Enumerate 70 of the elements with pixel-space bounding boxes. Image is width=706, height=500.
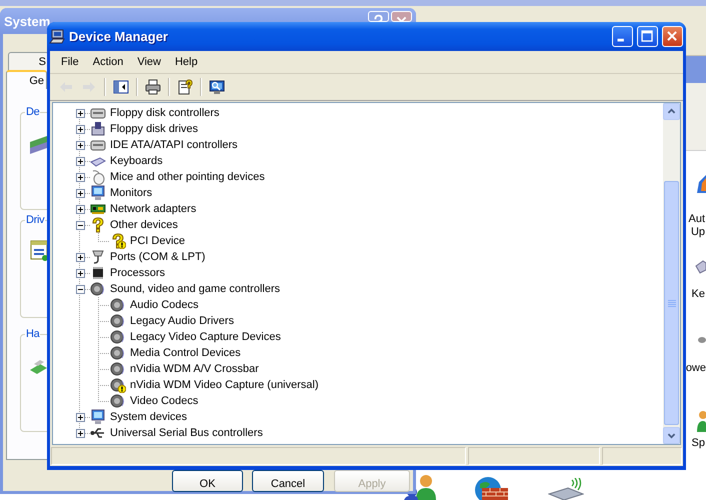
tree-item[interactable]: Video Codecs bbox=[128, 393, 200, 409]
tree-item[interactable]: Legacy Audio Drivers bbox=[128, 313, 236, 329]
tree-item[interactable]: Sound, video and game controllers bbox=[108, 281, 282, 297]
tree-item[interactable]: Monitors bbox=[108, 185, 154, 201]
tree-item[interactable]: nVidia WDM Video Capture (universal) bbox=[128, 377, 321, 393]
tree-item[interactable]: Keyboards bbox=[108, 153, 165, 169]
item-label[interactable]: Up bbox=[690, 226, 705, 238]
menu-item[interactable]: Help bbox=[168, 54, 205, 70]
expand-icon[interactable] bbox=[76, 252, 85, 262]
shield-icon[interactable] bbox=[696, 174, 706, 194]
expand-icon[interactable] bbox=[76, 108, 85, 118]
minimize-icon[interactable] bbox=[612, 26, 633, 47]
expand-icon[interactable] bbox=[76, 428, 85, 438]
tree-item[interactable]: Legacy Video Capture Devices bbox=[128, 329, 283, 345]
tree-item[interactable]: Network adapters bbox=[108, 201, 198, 217]
tree-item[interactable]: Audio Codecs bbox=[128, 297, 200, 313]
menu-item[interactable]: View bbox=[130, 54, 168, 70]
expand-icon[interactable] bbox=[76, 268, 85, 278]
document-question-icon[interactable] bbox=[177, 79, 193, 95]
item-label[interactable]: Ke bbox=[692, 288, 705, 300]
tree-item[interactable]: Floppy disk controllers bbox=[108, 105, 222, 121]
maximize-icon[interactable] bbox=[637, 26, 658, 47]
expand-icon[interactable] bbox=[76, 140, 85, 150]
collapse-icon[interactable] bbox=[76, 220, 85, 230]
group-label: Driv bbox=[25, 214, 46, 226]
tree-item[interactable]: Floppy disk drives bbox=[108, 121, 200, 137]
scroll-down-button[interactable] bbox=[663, 427, 680, 444]
window-title: System bbox=[4, 14, 50, 29]
dialog-button[interactable]: OK bbox=[172, 470, 243, 492]
expand-icon[interactable] bbox=[76, 204, 85, 214]
tree-item[interactable]: Processors bbox=[108, 265, 168, 281]
computer-arrow-icon bbox=[30, 134, 47, 156]
item-label[interactable]: Aut bbox=[688, 213, 705, 225]
tree-item[interactable]: Other devices bbox=[108, 217, 180, 233]
collapse-icon[interactable] bbox=[76, 284, 85, 294]
firewall-globe-icon[interactable] bbox=[474, 476, 508, 500]
expand-icon[interactable] bbox=[76, 156, 85, 166]
tab[interactable]: S bbox=[8, 52, 49, 71]
close-icon[interactable] bbox=[662, 26, 683, 47]
wireless-network-icon[interactable] bbox=[548, 478, 584, 500]
computer-icon bbox=[49, 28, 65, 44]
panel-icon[interactable] bbox=[113, 79, 129, 95]
tree-item[interactable]: Mice and other pointing devices bbox=[108, 169, 267, 185]
expand-icon[interactable] bbox=[76, 172, 85, 182]
tree-item[interactable]: Universal Serial Bus controllers bbox=[108, 425, 265, 441]
tab[interactable]: Ge bbox=[6, 70, 47, 89]
item-label[interactable]: owe bbox=[686, 362, 706, 374]
group-label: De bbox=[25, 106, 40, 118]
tree-item[interactable]: System devices bbox=[108, 409, 190, 425]
person-icon[interactable] bbox=[697, 410, 706, 432]
tree-item[interactable]: Ports (COM & LPT) bbox=[108, 249, 208, 265]
menu-item[interactable]: File bbox=[54, 54, 86, 70]
tree-item[interactable]: IDE ATA/ATAPI controllers bbox=[108, 137, 240, 153]
expand-icon[interactable] bbox=[76, 124, 85, 134]
menu-item[interactable]: Action bbox=[86, 54, 130, 70]
item-label[interactable]: Sp bbox=[692, 437, 705, 449]
dialog-button[interactable]: Cancel bbox=[252, 470, 324, 492]
monitor-magnifier-icon[interactable] bbox=[209, 79, 225, 95]
tree-item[interactable]: nVidia WDM A/V Crossbar bbox=[128, 361, 261, 377]
scrollbar-thumb[interactable] bbox=[664, 181, 679, 425]
grip-icon bbox=[668, 299, 676, 307]
driver-window-icon bbox=[30, 240, 47, 262]
expand-icon[interactable] bbox=[76, 412, 85, 422]
printer-icon[interactable] bbox=[145, 79, 161, 95]
tree-item[interactable]: PCI Device bbox=[128, 233, 188, 249]
expand-icon[interactable] bbox=[76, 188, 85, 198]
scroll-up-button[interactable] bbox=[663, 103, 680, 120]
window-title: Device Manager bbox=[69, 29, 169, 44]
group-label: Ha bbox=[25, 328, 40, 340]
tree-item[interactable]: Media Control Devices bbox=[128, 345, 243, 361]
